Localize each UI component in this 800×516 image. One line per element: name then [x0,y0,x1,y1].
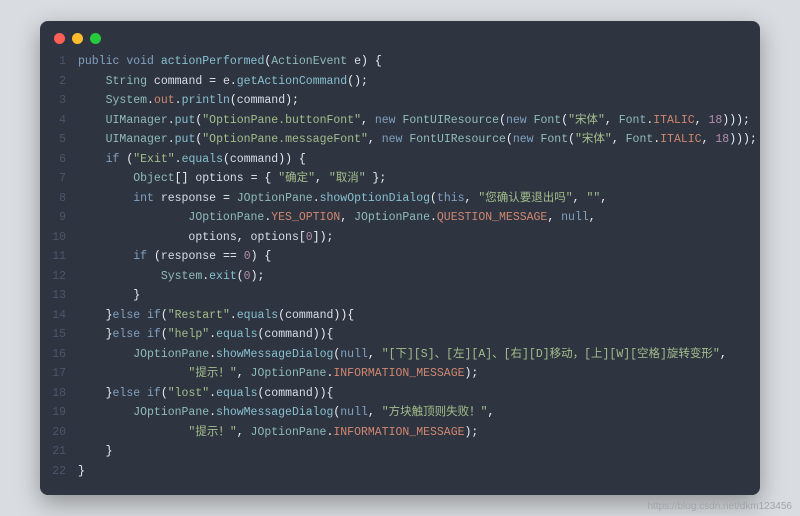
line-number: 18 [48,384,66,404]
code-line: "提示！", JOptionPane.INFORMATION_MESSAGE); [78,364,757,384]
code-editor-window: 12345678910111213141516171819202122 publ… [40,21,760,495]
line-number: 22 [48,462,66,482]
code-line: System.exit(0); [78,267,757,287]
code-line: } [78,442,757,462]
maximize-icon[interactable] [90,33,101,44]
code-line: JOptionPane.showMessageDialog(null, "方块触… [78,403,757,423]
line-number: 1 [48,52,66,72]
line-number: 12 [48,267,66,287]
code-line: options, options[0]); [78,228,757,248]
line-number: 7 [48,169,66,189]
code-line: Object[] options = { "确定", "取消" }; [78,169,757,189]
code-line: } [78,462,757,482]
line-number: 19 [48,403,66,423]
code-line: public void actionPerformed(ActionEvent … [78,52,757,72]
line-number: 14 [48,306,66,326]
code-line: UIManager.put("OptionPane.buttonFont", n… [78,111,757,131]
code-line: JOptionPane.YES_OPTION, JOptionPane.QUES… [78,208,757,228]
code-line: if ("Exit".equals(command)) { [78,150,757,170]
line-number: 2 [48,72,66,92]
line-number: 8 [48,189,66,209]
code-line: UIManager.put("OptionPane.messageFont", … [78,130,757,150]
code-content[interactable]: public void actionPerformed(ActionEvent … [78,52,757,481]
code-line: }else if("Restart".equals(command)){ [78,306,757,326]
window-titlebar [40,31,760,52]
line-number: 10 [48,228,66,248]
close-icon[interactable] [54,33,65,44]
line-number: 4 [48,111,66,131]
line-number: 13 [48,286,66,306]
line-number: 5 [48,130,66,150]
code-line: if (response == 0) { [78,247,757,267]
line-number: 17 [48,364,66,384]
code-line: }else if("help".equals(command)){ [78,325,757,345]
line-number: 9 [48,208,66,228]
code-line: String command = e.getActionCommand(); [78,72,757,92]
line-number: 15 [48,325,66,345]
code-line: System.out.println(command); [78,91,757,111]
line-number: 6 [48,150,66,170]
line-number: 11 [48,247,66,267]
code-line: JOptionPane.showMessageDialog(null, "[下]… [78,345,757,365]
watermark-text: https://blog.csdn.net/dkm123456 [647,501,792,512]
minimize-icon[interactable] [72,33,83,44]
line-number: 3 [48,91,66,111]
code-area: 12345678910111213141516171819202122 publ… [40,52,760,481]
line-number-gutter: 12345678910111213141516171819202122 [48,52,78,481]
code-line: "提示！", JOptionPane.INFORMATION_MESSAGE); [78,423,757,443]
code-line: int response = JOptionPane.showOptionDia… [78,189,757,209]
code-line: }else if("lost".equals(command)){ [78,384,757,404]
line-number: 16 [48,345,66,365]
line-number: 21 [48,442,66,462]
code-line: } [78,286,757,306]
line-number: 20 [48,423,66,443]
